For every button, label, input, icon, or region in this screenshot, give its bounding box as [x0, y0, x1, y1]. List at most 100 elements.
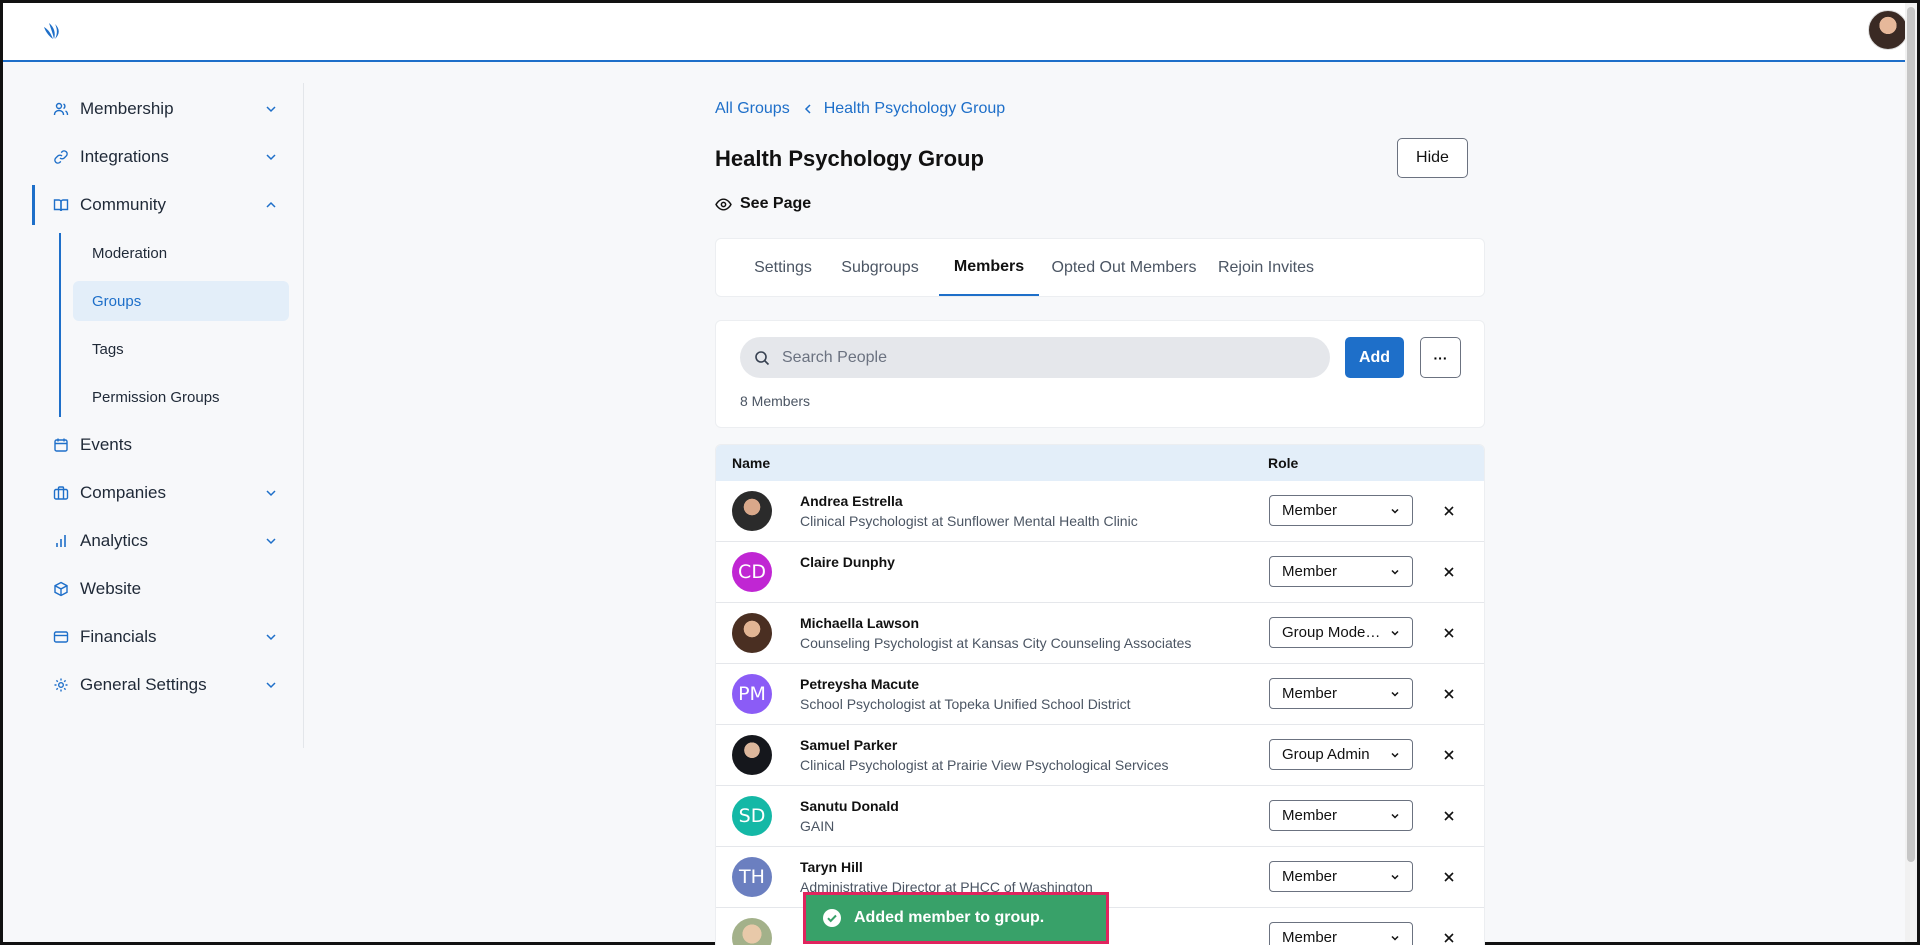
member-name[interactable]: Andrea Estrella	[800, 493, 903, 509]
member-name[interactable]: Sanutu Donald	[800, 798, 899, 814]
sidebar-item-analytics[interactable]: Analytics	[32, 521, 292, 561]
close-icon[interactable]	[1441, 625, 1457, 641]
sidebar-item-general-settings[interactable]: General Settings	[32, 665, 292, 705]
member-name[interactable]: Michaella Lawson	[800, 615, 919, 631]
sidebar-item-label: Events	[80, 435, 132, 454]
member-name[interactable]: Claire Dunphy	[800, 554, 895, 570]
chevron-left-icon	[804, 104, 811, 114]
tab-settings[interactable]: Settings	[740, 239, 826, 296]
close-icon[interactable]	[1441, 808, 1457, 824]
more-options-button[interactable]: ···	[1420, 337, 1461, 378]
sidebar-item-label: Analytics	[80, 531, 149, 550]
member-search-card: Add ··· 8 Members	[715, 320, 1485, 428]
close-icon[interactable]	[1441, 503, 1457, 519]
avatar	[732, 735, 772, 775]
sidebar-item-membership[interactable]: Membership	[32, 89, 292, 129]
tab-members[interactable]: Members	[939, 239, 1039, 296]
chevron-down-icon	[266, 682, 276, 689]
sidebar-item-label: General Settings	[80, 675, 207, 694]
chevron-down-icon	[1391, 691, 1399, 697]
hide-button[interactable]: Hide	[1397, 138, 1468, 178]
sidebar-subitem-groups[interactable]: Groups	[73, 281, 289, 321]
sidebar-item-website[interactable]: Website	[32, 569, 292, 609]
sidebar-item-financials[interactable]: Financials	[32, 617, 292, 657]
role-select[interactable]: Member	[1269, 678, 1413, 709]
check-circle-icon	[823, 909, 841, 927]
search-icon	[755, 350, 770, 365]
member-name[interactable]: Samuel Parker	[800, 737, 897, 753]
role-select[interactable]: Member	[1269, 800, 1413, 831]
chevron-down-icon	[266, 154, 276, 161]
avatar: SD	[732, 796, 772, 836]
role-select[interactable]: Group Admin	[1269, 739, 1413, 770]
column-header-name: Name	[732, 455, 771, 471]
role-select[interactable]: Member	[1269, 922, 1413, 945]
member-name[interactable]: Petreysha Macute	[800, 676, 919, 692]
tab-subgroups[interactable]: Subgroups	[834, 239, 926, 296]
briefcase-icon	[52, 484, 70, 502]
eye-icon	[715, 197, 732, 211]
role-value: Member	[1282, 502, 1338, 519]
breadcrumb-current[interactable]: Health Psychology Group	[824, 100, 1005, 118]
role-value: Member	[1282, 685, 1338, 702]
sidebar-item-label: Financials	[80, 627, 157, 646]
page-title: Health Psychology Group	[715, 146, 984, 171]
role-select[interactable]: Member	[1269, 556, 1413, 587]
search-box[interactable]	[740, 337, 1330, 378]
cube-icon	[52, 580, 70, 598]
close-icon[interactable]	[1441, 869, 1457, 885]
tabs-bar: Settings Subgroups Members Opted Out Mem…	[715, 238, 1485, 297]
sidebar-subitem-tags[interactable]: Tags	[73, 329, 289, 369]
sidebar-item-integrations[interactable]: Integrations	[32, 137, 292, 177]
member-name[interactable]: Taryn Hill	[800, 859, 863, 875]
tab-rejoin-invites[interactable]: Rejoin Invites	[1208, 239, 1324, 296]
calendar-icon	[52, 436, 70, 454]
breadcrumb: All Groups Health Psychology Group	[715, 100, 1005, 118]
sidebar-item-community[interactable]: Community	[32, 185, 292, 225]
chevron-down-icon	[1391, 752, 1399, 758]
sidebar-item-events[interactable]: Events	[32, 425, 292, 465]
close-icon[interactable]	[1441, 930, 1457, 945]
member-count: 8 Members	[740, 393, 811, 409]
chevron-down-icon	[266, 538, 276, 545]
sidebar-item-label: Membership	[80, 99, 174, 118]
role-value: Group Admin	[1282, 746, 1370, 763]
role-select[interactable]: Member	[1269, 861, 1413, 892]
role-select[interactable]: Member	[1269, 495, 1413, 526]
add-member-button[interactable]: Add	[1345, 337, 1404, 378]
submenu-line	[59, 233, 61, 417]
chevron-down-icon	[1391, 569, 1399, 575]
see-page-link[interactable]: See Page	[715, 195, 811, 213]
breadcrumb-all-groups[interactable]: All Groups	[715, 100, 790, 118]
chevron-down-icon	[1391, 508, 1399, 514]
role-select[interactable]: Group Moderator	[1269, 617, 1413, 648]
close-icon[interactable]	[1441, 747, 1457, 763]
users-icon	[52, 100, 70, 118]
chevron-down-icon	[266, 634, 276, 641]
table-row: PM Petreysha Macute School Psychologist …	[716, 664, 1484, 725]
search-input[interactable]	[782, 348, 1302, 367]
member-title: Counseling Psychologist at Kansas City C…	[800, 635, 1192, 651]
sidebar-subitem-permission-groups[interactable]: Permission Groups	[73, 377, 289, 417]
gear-icon	[52, 676, 70, 694]
avatar: PM	[732, 674, 772, 714]
logo-icon[interactable]	[41, 21, 63, 41]
page-scrollbar[interactable]	[1905, 3, 1917, 942]
close-icon[interactable]	[1441, 686, 1457, 702]
column-header-role: Role	[1268, 455, 1299, 471]
close-icon[interactable]	[1441, 564, 1457, 580]
tab-opted-out-members[interactable]: Opted Out Members	[1049, 239, 1199, 296]
table-row: Andrea Estrella Clinical Psychologist at…	[716, 481, 1484, 542]
sidebar-item-label: Companies	[80, 483, 166, 502]
toast-message: Added member to group.	[854, 909, 1045, 926]
user-avatar[interactable]	[1868, 10, 1908, 50]
avatar: TH	[732, 857, 772, 897]
sidebar-subitem-moderation[interactable]: Moderation	[73, 233, 289, 273]
link-icon	[52, 148, 70, 166]
sidebar-item-companies[interactable]: Companies	[32, 473, 292, 513]
members-table: Name Role Andrea Estrella Clinical Psych…	[715, 444, 1485, 945]
table-row: SD Sanutu Donald GAIN Member	[716, 786, 1484, 847]
role-value: Group Moderator	[1282, 624, 1382, 641]
avatar	[732, 918, 772, 945]
avatar	[732, 613, 772, 653]
